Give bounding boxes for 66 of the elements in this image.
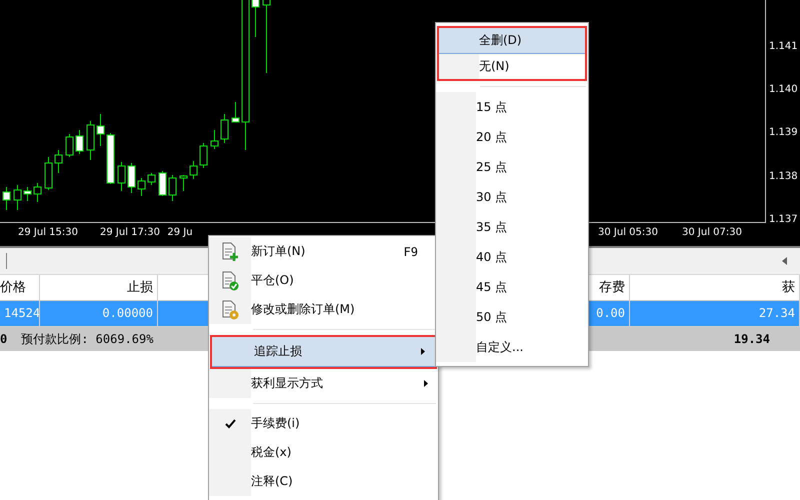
price-label: 1.138	[769, 171, 798, 182]
table-cell: 0.00000	[40, 301, 158, 326]
column-header: 获	[630, 275, 800, 300]
candlestick	[232, 102, 240, 122]
menu-item[interactable]: 30 点	[436, 182, 588, 212]
table-cell: 27.34	[630, 301, 800, 326]
price-label: 1.140	[769, 84, 798, 95]
menu-item[interactable]: 20 点	[436, 122, 588, 152]
menu-item[interactable]: 手续费(i)	[209, 409, 438, 438]
candlestick	[96, 114, 104, 146]
total-profit: 19.34	[734, 332, 770, 346]
submenu-arrow-icon	[424, 380, 428, 387]
menu-item[interactable]: 注释(C)	[209, 467, 438, 496]
candlestick	[34, 182, 42, 202]
time-label: 30 Jul 07:30	[682, 227, 742, 238]
candlestick	[252, 0, 260, 38]
candlestick	[128, 162, 136, 194]
menu-item[interactable]: 35 点	[436, 212, 588, 242]
candlestick	[168, 174, 176, 202]
menu-item[interactable]: 25 点	[436, 152, 588, 182]
scroll-left-icon[interactable]	[782, 257, 788, 265]
menu-item[interactable]: 获利显示方式	[209, 369, 438, 398]
document-check-icon	[221, 270, 239, 290]
candlestick	[86, 120, 94, 160]
candlestick	[200, 142, 208, 168]
menu-item[interactable]: 自定义...	[436, 332, 588, 362]
candlestick	[44, 156, 52, 190]
candlestick	[24, 186, 32, 202]
candlestick	[54, 150, 62, 174]
checkmark-icon	[224, 418, 236, 428]
candlestick	[76, 130, 84, 154]
candlestick	[106, 132, 114, 184]
time-label: 29 Jul 17:30	[100, 227, 160, 238]
menu-item[interactable]: 追踪止损	[212, 337, 435, 367]
price-label: 1.141	[769, 41, 798, 52]
time-label: 29 Ju	[167, 227, 193, 238]
candlestick	[180, 174, 188, 192]
candlestick	[138, 178, 146, 196]
menu-item[interactable]: 新订单(N) F9	[209, 237, 438, 266]
candlestick	[14, 184, 22, 210]
column-header: 价格	[0, 275, 40, 300]
menu-item[interactable]: 税金(x)	[209, 438, 438, 467]
candlestick	[66, 134, 74, 158]
menu-item[interactable]: 全删(D)	[439, 28, 585, 54]
menu-item[interactable]: 15 点	[436, 92, 588, 122]
margin-level: 预付款比例: 6069.69%	[21, 330, 154, 348]
time-label: 29 Jul 15:30	[18, 227, 78, 238]
menu-item[interactable]: 平仓(O)	[209, 266, 438, 295]
menu-item[interactable]: 修改或删除订单(M)	[209, 295, 438, 324]
candlestick	[2, 186, 10, 210]
menu-item[interactable]: 40 点	[436, 242, 588, 272]
price-label: 1.139	[769, 127, 798, 138]
candlestick	[148, 172, 156, 186]
time-label: 30 Jul 05:30	[598, 227, 658, 238]
document-plus-icon	[221, 242, 239, 262]
column-header: 止损	[40, 275, 158, 300]
candlestick	[190, 160, 198, 180]
summary-value: 0	[0, 332, 8, 346]
menu-item[interactable]: 无(N)	[439, 54, 585, 79]
price-label: 1.137	[769, 214, 798, 225]
document-gear-icon	[221, 300, 239, 320]
submenu-arrow-icon	[421, 348, 425, 355]
candlestick	[118, 162, 126, 192]
candlestick	[158, 170, 166, 196]
candlestick	[210, 130, 218, 150]
candlestick	[220, 114, 228, 144]
